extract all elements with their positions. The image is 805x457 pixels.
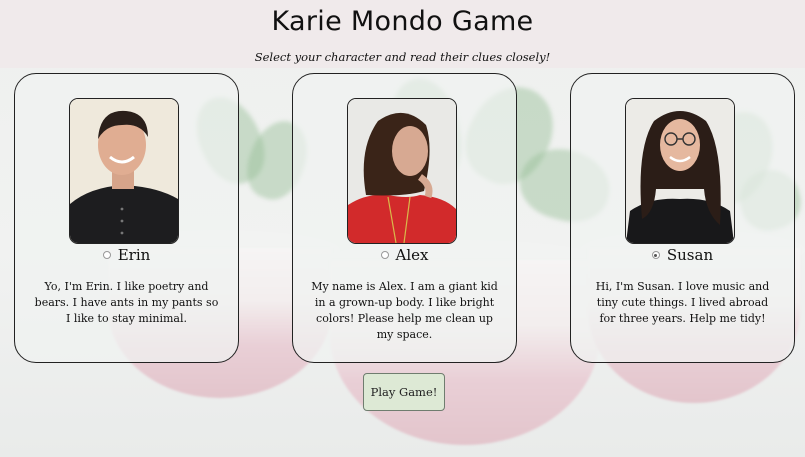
page-title: Karie Mondo Game xyxy=(271,6,534,37)
alex-portrait xyxy=(347,98,457,244)
alex-name: Alex xyxy=(395,246,429,264)
susan-bio: Hi, I'm Susan. I love music and tiny cut… xyxy=(595,280,770,325)
character-card-susan[interactable]: Susan Hi, I'm Susan. I love music and ti… xyxy=(570,73,795,363)
alex-name-row[interactable]: Alex xyxy=(293,246,516,264)
erin-name: Erin xyxy=(117,246,151,264)
header: Karie Mondo Game Select your character a… xyxy=(0,0,805,68)
susan-radio[interactable] xyxy=(651,251,660,259)
erin-name-row[interactable]: Erin xyxy=(15,246,238,264)
erin-bio: Yo, I'm Erin. I like poetry and bears. I… xyxy=(34,280,219,325)
erin-portrait xyxy=(69,98,179,244)
character-card-erin[interactable]: Erin Yo, I'm Erin. I like poetry and bea… xyxy=(14,73,239,363)
alex-bio: My name is Alex. I am a giant kid in a g… xyxy=(311,280,498,341)
alex-radio[interactable] xyxy=(380,251,389,259)
erin-radio[interactable] xyxy=(102,251,111,259)
play-game-button[interactable]: Play Game! xyxy=(363,373,445,411)
susan-name-row[interactable]: Susan xyxy=(571,246,794,264)
page-subtitle: Select your character and read their clu… xyxy=(254,50,551,64)
susan-name: Susan xyxy=(666,246,714,264)
character-card-alex[interactable]: Alex My name is Alex. I am a giant kid i… xyxy=(292,73,517,363)
susan-portrait xyxy=(625,98,735,244)
